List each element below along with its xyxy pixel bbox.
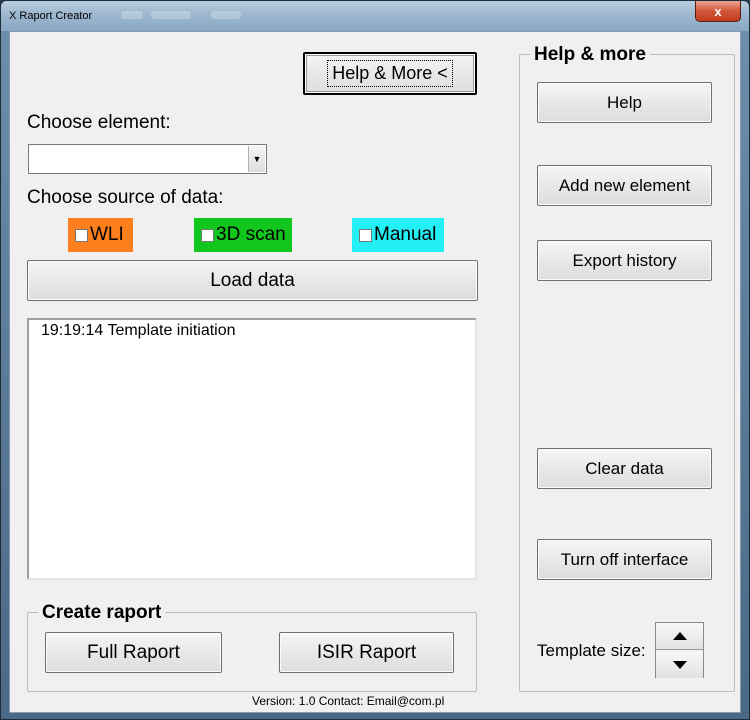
triangle-up-icon [672,632,687,640]
checkbox-box[interactable] [359,228,372,242]
template-size-spinner[interactable] [655,622,704,678]
titlebar-background-blur [121,11,143,19]
clear-data-label: Clear data [585,458,664,478]
title-bar[interactable]: X Raport Creator x [1,1,749,31]
3d-scan-checkbox[interactable]: 3D scan [194,218,292,252]
isir-raport-label: ISIR Raport [316,641,417,663]
spin-up-button[interactable] [656,623,703,650]
create-raport-title: Create raport [38,602,166,624]
export-history-button[interactable]: Export history [537,240,712,281]
chevron-down-icon: ▼ [252,154,262,164]
load-data-button[interactable]: Load data [27,260,478,301]
help-button[interactable]: Help [537,82,712,123]
close-button[interactable]: x [695,1,741,22]
app-window: X Raport Creator x Help & More < Choose … [0,0,750,720]
log-listbox[interactable]: 19:19:14 Template initiation [27,318,477,580]
full-raport-button[interactable]: Full Raport [45,632,222,673]
help-more-title: Help & more [530,44,650,66]
choose-source-label: Choose source of data: [27,187,224,208]
manual-checkbox-label: Manual [374,224,437,245]
spin-down-button[interactable] [656,651,703,678]
help-more-toggle-label: Help & More < [327,60,453,87]
choose-element-label: Choose element: [27,112,171,133]
version-contact-text: Version: 1.0 Contact: Email@com.pl [252,694,445,708]
close-icon: x [714,3,722,19]
turn-off-interface-label: Turn off interface [560,549,689,569]
checkbox-box[interactable] [75,228,88,242]
add-new-element-button[interactable]: Add new element [537,165,712,206]
element-combobox[interactable]: ▼ [28,144,267,174]
log-entry[interactable]: 19:19:14 Template initiation [41,322,475,340]
3d-scan-checkbox-label: 3D scan [216,224,286,245]
export-history-label: Export history [572,250,677,270]
help-more-toggle-button[interactable]: Help & More < [303,52,477,95]
wli-checkbox-label: WLI [90,224,124,245]
help-more-group [519,54,735,692]
isir-raport-button[interactable]: ISIR Raport [279,632,454,673]
clear-data-button[interactable]: Clear data [537,448,712,489]
titlebar-background-blur [211,11,241,19]
window-title: X Raport Creator [9,10,93,22]
triangle-down-icon [672,660,687,669]
help-button-label: Help [607,92,642,112]
load-data-label: Load data [210,269,295,291]
add-new-element-label: Add new element [558,175,691,195]
dropdown-arrow-button[interactable]: ▼ [248,146,265,172]
template-size-label: Template size: [537,641,646,660]
full-raport-label: Full Raport [87,641,180,663]
turn-off-interface-button[interactable]: Turn off interface [537,539,712,580]
manual-checkbox[interactable]: Manual [352,218,444,252]
titlebar-background-blur [151,11,191,19]
checkbox-box[interactable] [201,228,214,242]
wli-checkbox[interactable]: WLI [68,218,133,252]
client-area: Help & More < Choose element: ▼ Choose s… [9,31,741,713]
